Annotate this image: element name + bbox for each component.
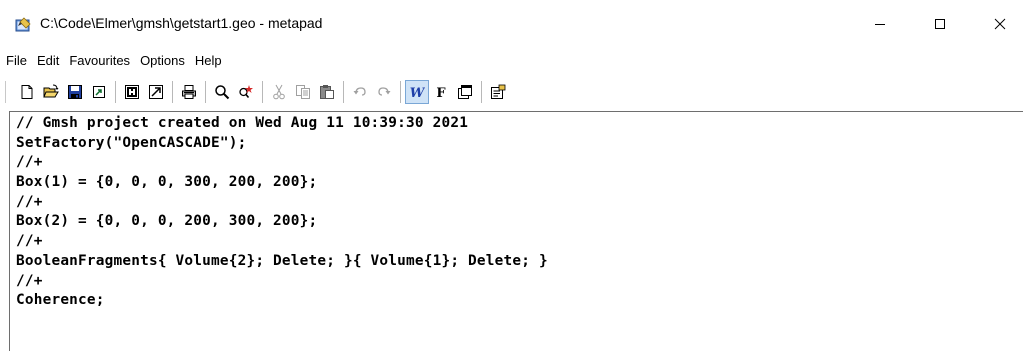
minimize-button[interactable] [857,0,903,47]
launch-secondary-viewer-button[interactable] [145,81,167,103]
always-on-top-icon [458,85,472,99]
toolbar-separator [400,81,401,103]
title-bar[interactable]: C:\Code\Elmer\gmsh\getstart1.geo - metap… [0,0,1023,47]
toolbar: W F [0,77,1023,107]
launch-secondary-viewer-icon [149,85,163,99]
paste-icon [320,85,334,99]
print-button[interactable] [178,81,200,103]
print-icon [182,85,196,99]
redo-button[interactable] [373,81,395,103]
paste-button[interactable] [316,81,338,103]
font-icon: F [436,86,446,100]
code-line[interactable]: Box(2) = {0, 0, 0, 200, 300, 200}; [16,212,1023,232]
find-button[interactable] [211,81,233,103]
font-button[interactable]: F [430,81,452,103]
redo-icon [378,87,391,96]
metapad-app-icon[interactable] [15,17,31,33]
menu-bar: File Edit Favourites Options Help [0,49,1023,73]
find-icon [215,85,230,100]
toolbar-separator [205,81,206,103]
cut-button[interactable] [268,81,290,103]
toolbar-grip[interactable] [5,81,9,103]
replace-button[interactable] [235,81,257,103]
save-as-icon [93,86,105,98]
menu-favourites[interactable]: Favourites [64,50,135,72]
minimize-icon [875,23,885,25]
launch-viewer-button[interactable] [121,81,143,103]
open-icon [43,84,59,98]
window-title: C:\Code\Elmer\gmsh\getstart1.geo - metap… [40,15,323,31]
menu-edit[interactable]: Edit [32,50,64,72]
copy-icon [296,85,310,99]
launch-viewer-icon [125,85,139,99]
code-line[interactable]: // Gmsh project created on Wed Aug 11 10… [16,114,1023,134]
svg-text:W: W [410,86,425,100]
save-as-button[interactable] [88,81,110,103]
menu-options[interactable]: Options [135,50,190,72]
word-wrap-button[interactable]: W [405,80,429,104]
toolbar-separator [115,81,116,103]
toolbar-separator [262,81,263,103]
code-line[interactable]: //+ [16,153,1023,173]
cut-icon [273,84,285,100]
properties-button[interactable] [487,81,509,103]
save-button[interactable] [64,81,86,103]
properties-icon [491,84,506,99]
open-button[interactable] [40,81,62,103]
save-icon [68,85,82,99]
code-line[interactable]: BooleanFragments{ Volume{2}; Delete; }{ … [16,252,1023,272]
text-editor[interactable]: // Gmsh project created on Wed Aug 11 10… [9,111,1023,351]
metapad-window: C:\Code\Elmer\gmsh\getstart1.geo - metap… [0,0,1023,351]
new-icon [21,85,33,99]
code-line[interactable]: //+ [16,232,1023,252]
maximize-button[interactable] [917,0,963,47]
word-wrap-icon: W [410,86,425,100]
toolbar-separator [481,81,482,103]
svg-text:F: F [436,86,446,100]
maximize-icon [935,18,945,29]
undo-icon [353,87,366,96]
new-button[interactable] [16,81,38,103]
code-line[interactable]: Coherence; [16,291,1023,311]
copy-button[interactable] [292,81,314,103]
code-line[interactable]: //+ [16,272,1023,292]
code-line[interactable]: Box(1) = {0, 0, 0, 300, 200, 200}; [16,173,1023,193]
toolbar-separator [172,81,173,103]
menu-file[interactable]: File [0,50,32,72]
code-line[interactable]: //+ [16,193,1023,213]
replace-icon [239,85,253,99]
close-button[interactable] [977,0,1023,47]
menu-help[interactable]: Help [190,50,227,72]
undo-button[interactable] [349,81,371,103]
close-icon [994,18,1006,29]
always-on-top-button[interactable] [454,81,476,103]
code-line[interactable]: SetFactory("OpenCASCADE"); [16,134,1023,154]
toolbar-separator [343,81,344,103]
